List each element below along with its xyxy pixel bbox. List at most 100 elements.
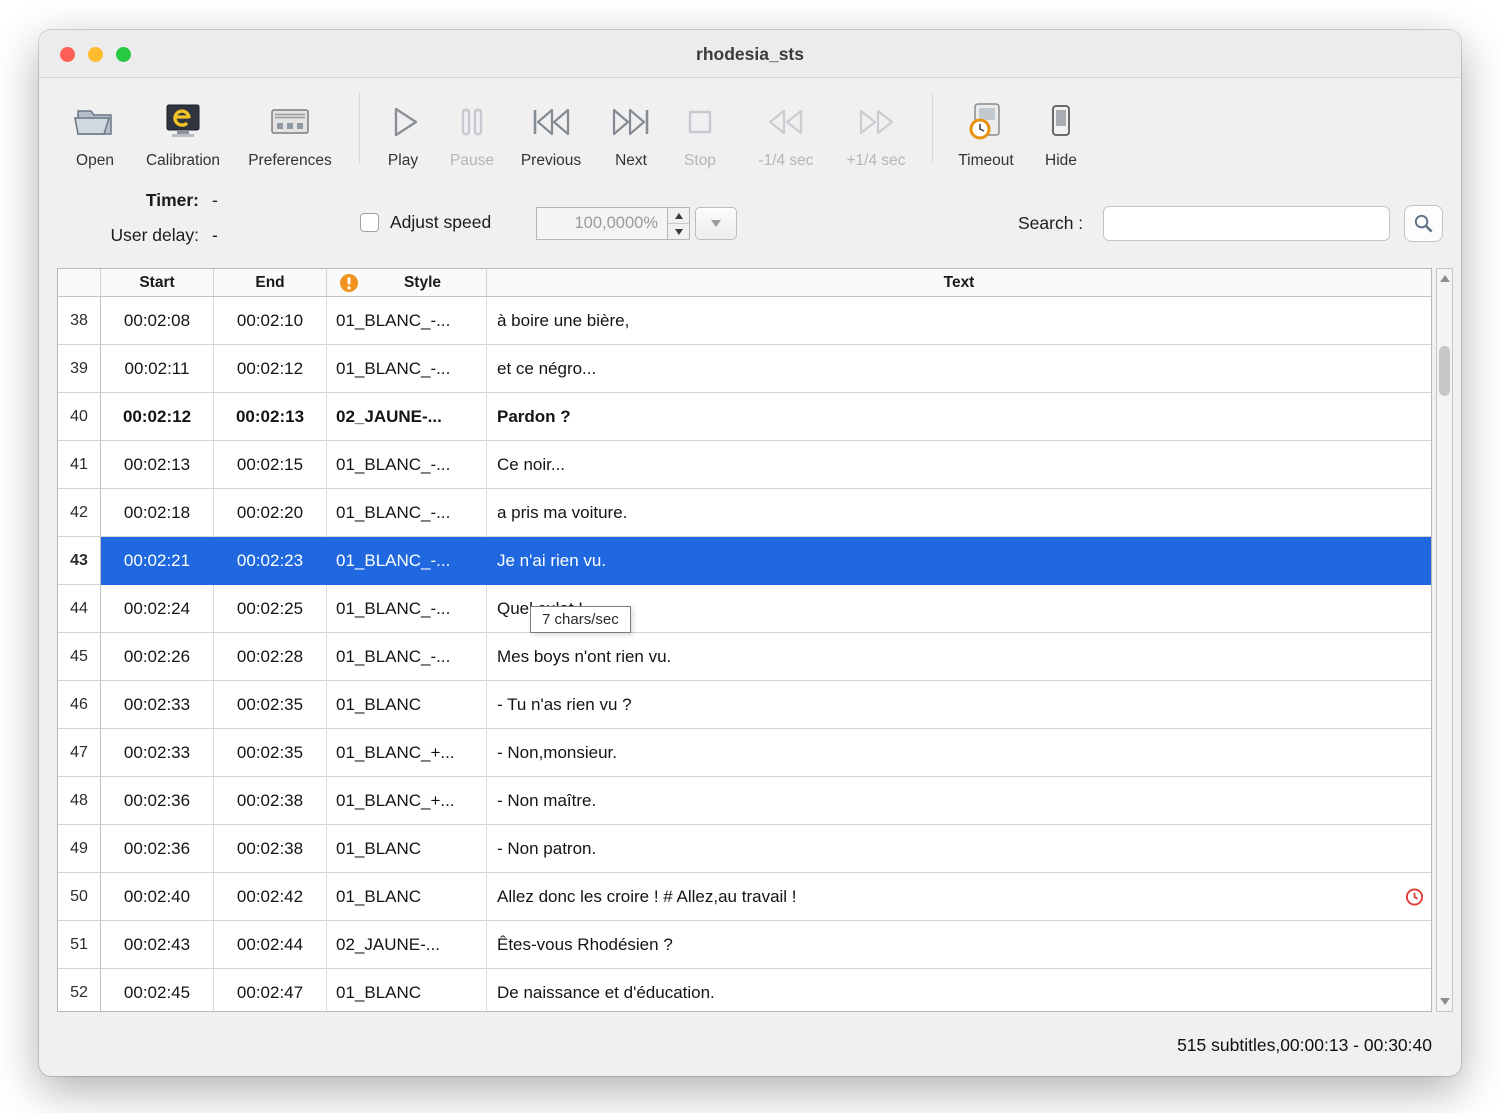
text-cell[interactable]: Êtes-vous Rhodésien ? <box>487 921 1431 969</box>
start-cell[interactable]: 00:02:45 <box>101 969 214 1011</box>
style-cell[interactable]: 01_BLANC_+... <box>327 729 487 777</box>
row-number-cell[interactable]: 48 <box>58 777 101 825</box>
style-cell[interactable]: 01_BLANC_+... <box>327 777 487 825</box>
speed-dropdown[interactable] <box>695 207 737 240</box>
text-cell[interactable]: - Non patron. <box>487 825 1431 873</box>
row-number-cell[interactable]: 45 <box>58 633 101 681</box>
header-end[interactable]: End <box>214 269 327 296</box>
row-number-cell[interactable]: 46 <box>58 681 101 729</box>
preferences-button[interactable]: Preferences <box>231 88 349 170</box>
end-cell[interactable]: 00:02:35 <box>214 681 327 729</box>
text-cell[interactable]: - Non maître. <box>487 777 1431 825</box>
play-button[interactable]: Play <box>370 88 436 170</box>
row-number-cell[interactable]: 43 <box>58 537 101 585</box>
end-cell[interactable]: 00:02:38 <box>214 825 327 873</box>
table-row[interactable]: 47 00:02:33 00:02:35 01_BLANC_+... - Non… <box>58 729 1431 777</box>
stop-button[interactable]: Stop <box>668 88 732 170</box>
start-cell[interactable]: 00:02:18 <box>101 489 214 537</box>
style-cell[interactable]: 01_BLANC <box>327 681 487 729</box>
start-cell[interactable]: 00:02:33 <box>101 729 214 777</box>
style-cell[interactable]: 01_BLANC <box>327 873 487 921</box>
row-number-cell[interactable]: 41 <box>58 441 101 489</box>
end-cell[interactable]: 00:02:12 <box>214 345 327 393</box>
search-button[interactable] <box>1404 205 1444 242</box>
text-cell[interactable]: Ce noir... <box>487 441 1431 489</box>
table-row[interactable]: 42 00:02:18 00:02:20 01_BLANC_-... a pri… <box>58 489 1431 537</box>
start-cell[interactable]: 00:02:13 <box>101 441 214 489</box>
text-cell[interactable]: Pardon ? <box>487 393 1431 441</box>
start-cell[interactable]: 00:02:11 <box>101 345 214 393</box>
header-text[interactable]: Text <box>487 269 1431 296</box>
table-row[interactable]: 51 00:02:43 00:02:44 02_JAUNE-... Êtes-v… <box>58 921 1431 969</box>
style-cell[interactable]: 01_BLANC_-... <box>327 537 487 585</box>
row-number-cell[interactable]: 50 <box>58 873 101 921</box>
start-cell[interactable]: 00:02:36 <box>101 777 214 825</box>
text-cell[interactable]: Mes boys n'ont rien vu. <box>487 633 1431 681</box>
search-input[interactable] <box>1103 206 1391 241</box>
table-row[interactable]: 43 00:02:21 00:02:23 01_BLANC_-... Je n'… <box>58 537 1431 585</box>
header-start[interactable]: Start <box>101 269 214 296</box>
text-cell[interactable]: et ce négro... <box>487 345 1431 393</box>
stepper-down-button[interactable] <box>668 224 689 239</box>
start-cell[interactable]: 00:02:21 <box>101 537 214 585</box>
table-row[interactable]: 38 00:02:08 00:02:10 01_BLANC_-... à boi… <box>58 297 1431 345</box>
row-number-cell[interactable]: 42 <box>58 489 101 537</box>
header-row-number[interactable] <box>58 269 101 296</box>
text-cell[interactable]: - Tu n'as rien vu ? <box>487 681 1431 729</box>
row-number-cell[interactable]: 47 <box>58 729 101 777</box>
end-cell[interactable]: 00:02:28 <box>214 633 327 681</box>
table-row[interactable]: 49 00:02:36 00:02:38 01_BLANC - Non patr… <box>58 825 1431 873</box>
text-cell[interactable]: De naissance et d'éducation. <box>487 969 1431 1011</box>
row-number-cell[interactable]: 40 <box>58 393 101 441</box>
style-cell[interactable]: 01_BLANC_-... <box>327 489 487 537</box>
open-button[interactable]: Open <box>55 88 135 170</box>
style-cell[interactable]: 01_BLANC_-... <box>327 633 487 681</box>
start-cell[interactable]: 00:02:08 <box>101 297 214 345</box>
end-cell[interactable]: 00:02:35 <box>214 729 327 777</box>
text-cell[interactable]: à boire une bière, <box>487 297 1431 345</box>
row-number-cell[interactable]: 49 <box>58 825 101 873</box>
style-cell[interactable]: 02_JAUNE-... <box>327 393 487 441</box>
minus-quarter-sec-button[interactable]: -1/4 sec <box>742 88 830 170</box>
table-row[interactable]: 41 00:02:13 00:02:15 01_BLANC_-... Ce no… <box>58 441 1431 489</box>
start-cell[interactable]: 00:02:12 <box>101 393 214 441</box>
next-button[interactable]: Next <box>594 88 668 170</box>
end-cell[interactable]: 00:02:25 <box>214 585 327 633</box>
table-row[interactable]: 40 00:02:12 00:02:13 02_JAUNE-... Pardon… <box>58 393 1431 441</box>
adjust-speed-checkbox[interactable] <box>360 213 379 232</box>
header-style[interactable]: Style <box>327 269 487 296</box>
text-cell[interactable]: - Non,monsieur. <box>487 729 1431 777</box>
table-row[interactable]: 52 00:02:45 00:02:47 01_BLANC De naissan… <box>58 969 1431 1011</box>
end-cell[interactable]: 00:02:23 <box>214 537 327 585</box>
row-number-cell[interactable]: 52 <box>58 969 101 1011</box>
start-cell[interactable]: 00:02:43 <box>101 921 214 969</box>
table-row[interactable]: 50 00:02:40 00:02:42 01_BLANC Allez donc… <box>58 873 1431 921</box>
start-cell[interactable]: 00:02:24 <box>101 585 214 633</box>
vertical-scrollbar[interactable] <box>1436 268 1453 1012</box>
table-row[interactable]: 44 00:02:24 00:02:25 01_BLANC_-... Quel … <box>58 585 1431 633</box>
start-cell[interactable]: 00:02:36 <box>101 825 214 873</box>
stepper-up-button[interactable] <box>668 208 689 224</box>
timeout-button[interactable]: Timeout <box>943 88 1029 170</box>
end-cell[interactable]: 00:02:10 <box>214 297 327 345</box>
speed-input[interactable]: 100,0000% <box>536 207 668 240</box>
style-cell[interactable]: 01_BLANC_-... <box>327 441 487 489</box>
table-row[interactable]: 46 00:02:33 00:02:35 01_BLANC - Tu n'as … <box>58 681 1431 729</box>
start-cell[interactable]: 00:02:40 <box>101 873 214 921</box>
end-cell[interactable]: 00:02:44 <box>214 921 327 969</box>
plus-quarter-sec-button[interactable]: +1/4 sec <box>830 88 922 170</box>
row-number-cell[interactable]: 39 <box>58 345 101 393</box>
scrollbar-down-arrow[interactable] <box>1437 998 1452 1005</box>
calibration-button[interactable]: Calibration <box>135 88 231 170</box>
start-cell[interactable]: 00:02:33 <box>101 681 214 729</box>
text-cell[interactable]: Je n'ai rien vu. <box>487 537 1431 585</box>
end-cell[interactable]: 00:02:47 <box>214 969 327 1011</box>
pause-button[interactable]: Pause <box>436 88 508 170</box>
scrollbar-up-arrow[interactable] <box>1437 275 1452 282</box>
row-number-cell[interactable]: 51 <box>58 921 101 969</box>
end-cell[interactable]: 00:02:42 <box>214 873 327 921</box>
hide-button[interactable]: Hide <box>1029 88 1093 170</box>
table-row[interactable]: 39 00:02:11 00:02:12 01_BLANC_-... et ce… <box>58 345 1431 393</box>
start-cell[interactable]: 00:02:26 <box>101 633 214 681</box>
text-cell[interactable]: Allez donc les croire ! # Allez,au trava… <box>487 873 1431 921</box>
